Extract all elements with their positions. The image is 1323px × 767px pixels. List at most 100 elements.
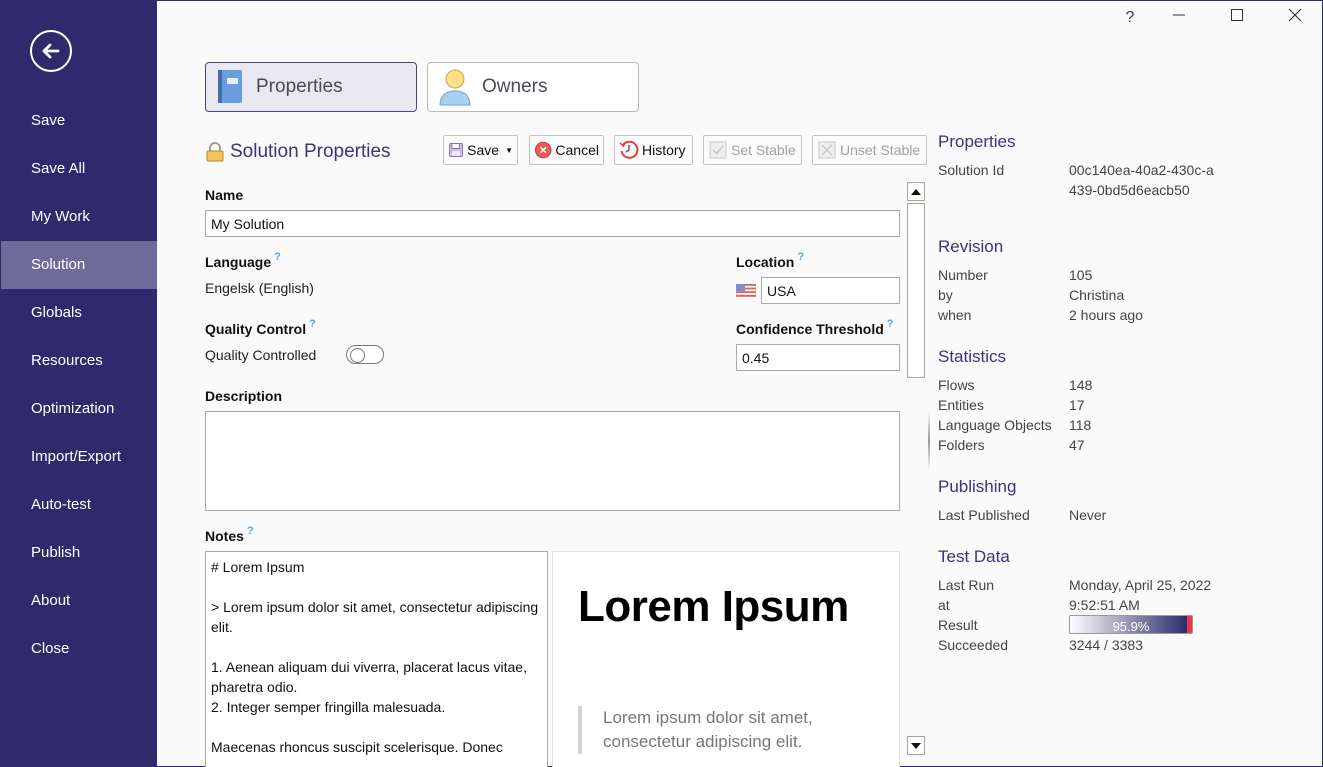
save-label: Save bbox=[467, 142, 500, 158]
location-help-icon[interactable]: ? bbox=[797, 251, 804, 263]
info-row-result: Result 95.9% bbox=[938, 615, 1318, 635]
sidebar-item-resources[interactable]: Resources bbox=[1, 337, 157, 385]
preview-heading: Lorem Ipsum bbox=[578, 582, 849, 631]
at-label: at bbox=[938, 597, 950, 613]
cancel-label: Cancel bbox=[555, 142, 599, 158]
close-window-button[interactable] bbox=[1280, 5, 1310, 29]
close-icon bbox=[1288, 8, 1302, 22]
unset-stable-button[interactable]: Unset Stable bbox=[812, 135, 927, 165]
sidebar-item-my-work[interactable]: My Work bbox=[1, 193, 157, 241]
location-input[interactable] bbox=[761, 277, 900, 304]
dropdown-arrow-icon[interactable]: ▼ bbox=[505, 146, 513, 155]
notes-line: # Lorem Ipsum bbox=[211, 559, 305, 575]
notes-line: 1. Aenean aliquam dui viverra, placerat … bbox=[211, 659, 527, 695]
triangle-up-icon bbox=[911, 188, 921, 195]
notes-help-icon[interactable]: ? bbox=[247, 525, 254, 537]
book-icon bbox=[218, 70, 242, 103]
name-input[interactable] bbox=[205, 210, 900, 237]
sidebar-item-publish[interactable]: Publish bbox=[1, 529, 157, 577]
revision-by-label: by bbox=[938, 287, 953, 303]
checkbox-x-icon bbox=[818, 141, 836, 159]
info-row-folders: Folders 47 bbox=[938, 435, 1318, 455]
tab-properties-label: Properties bbox=[256, 76, 343, 97]
cancel-button[interactable]: Cancel bbox=[529, 135, 604, 165]
language-value: Engelsk (English) bbox=[205, 280, 314, 296]
quality-control-label: Quality Control? bbox=[205, 318, 316, 337]
last-run-label: Last Run bbox=[938, 577, 995, 593]
language-help-icon[interactable]: ? bbox=[274, 251, 281, 263]
language-objects-label: Language Objects bbox=[938, 417, 1052, 433]
history-button[interactable]: History bbox=[614, 135, 693, 165]
language-objects-value: 118 bbox=[1069, 417, 1092, 433]
checkbox-checked-icon bbox=[709, 141, 727, 159]
info-row-solution-id: Solution Id 00c140ea-40a2-430c-a439-0bd5… bbox=[938, 160, 1318, 200]
quality-controlled-toggle[interactable] bbox=[346, 345, 384, 364]
info-row-when: when 2 hours ago bbox=[938, 305, 1318, 325]
tab-properties[interactable]: Properties bbox=[205, 62, 417, 112]
info-row-entities: Entities 17 bbox=[938, 395, 1318, 415]
set-stable-button[interactable]: Set Stable bbox=[703, 135, 802, 165]
maximize-button[interactable] bbox=[1222, 5, 1252, 29]
info-row-language-objects: Language Objects 118 bbox=[938, 415, 1318, 435]
sidebar-item-globals[interactable]: Globals bbox=[1, 289, 157, 337]
description-label: Description bbox=[205, 388, 283, 404]
notes-line bbox=[211, 637, 542, 657]
app-window: Save Save All My Work Solution Globals Resour… bbox=[0, 0, 1323, 767]
sidebar-item-optimization[interactable]: Optimization bbox=[1, 385, 157, 433]
scroll-up-button[interactable] bbox=[907, 182, 925, 201]
flows-label: Flows bbox=[938, 377, 975, 393]
quality-help-icon[interactable]: ? bbox=[309, 318, 316, 330]
sidebar-item-import-export[interactable]: Import/Export bbox=[1, 433, 157, 481]
tab-owners[interactable]: Owners bbox=[427, 62, 639, 112]
sidebar-item-solution[interactable]: Solution bbox=[1, 241, 157, 289]
info-row-last-run: Last Run Monday, April 25, 2022 bbox=[938, 575, 1318, 595]
sidebar-item-auto-test[interactable]: Auto-test bbox=[1, 481, 157, 529]
solution-id-label: Solution Id bbox=[938, 162, 1005, 178]
notes-line bbox=[211, 717, 542, 737]
notes-label: Notes? bbox=[205, 525, 254, 544]
revision-number-value: 105 bbox=[1069, 267, 1093, 283]
info-row-number: Number 105 bbox=[938, 265, 1318, 285]
info-statistics-title: Statistics bbox=[938, 347, 1007, 366]
unset-stable-label: Unset Stable bbox=[840, 142, 921, 158]
sidebar-item-close[interactable]: Close bbox=[1, 625, 157, 673]
info-statistics: Statistics Flows 148 Entities 17 Languag… bbox=[938, 347, 1318, 455]
notes-preview: Lorem Ipsum Lorem ipsum dolor sit amet, … bbox=[552, 551, 900, 767]
floppy-disk-icon bbox=[449, 143, 463, 157]
sidebar-item-about[interactable]: About bbox=[1, 577, 157, 625]
notes-label-text: Notes bbox=[205, 528, 244, 544]
progress-text: 95.9% bbox=[1112, 619, 1150, 634]
minimize-icon bbox=[1173, 14, 1185, 16]
info-properties-title: Properties bbox=[938, 132, 1016, 151]
info-test-data: Test Data Last Run Monday, April 25, 202… bbox=[938, 547, 1318, 655]
panel-splitter[interactable] bbox=[928, 411, 930, 471]
folders-value: 47 bbox=[1069, 437, 1085, 453]
language-label-text: Language bbox=[205, 254, 272, 270]
quality-controlled-label: Quality Controlled bbox=[205, 347, 317, 363]
tab-owners-label: Owners bbox=[482, 76, 548, 97]
notes-editor[interactable]: # Lorem Ipsum > Lorem ipsum dolor sit ame… bbox=[205, 551, 548, 767]
sidebar-item-save[interactable]: Save bbox=[1, 97, 157, 145]
scrollbar-thumb[interactable] bbox=[907, 203, 925, 378]
result-label: Result bbox=[938, 617, 978, 633]
minimize-button[interactable] bbox=[1164, 5, 1194, 29]
history-clock-icon bbox=[619, 140, 639, 159]
person-icon bbox=[439, 69, 471, 106]
description-textarea[interactable] bbox=[205, 411, 900, 511]
back-button[interactable] bbox=[30, 30, 72, 72]
save-button[interactable]: Save ▼ bbox=[443, 135, 518, 165]
location-label-text: Location bbox=[736, 254, 795, 270]
maximize-icon bbox=[1231, 9, 1243, 21]
confidence-help-icon[interactable]: ? bbox=[887, 318, 894, 330]
section-title-text: Solution Properties bbox=[230, 141, 391, 162]
entities-value: 17 bbox=[1069, 397, 1085, 413]
sidebar-item-save-all[interactable]: Save All bbox=[1, 145, 157, 193]
confidence-threshold-input[interactable] bbox=[736, 344, 900, 371]
last-run-value: Monday, April 25, 2022 bbox=[1069, 577, 1212, 593]
confidence-threshold-label-text: Confidence Threshold bbox=[736, 321, 884, 337]
help-button[interactable]: ? bbox=[1115, 9, 1145, 33]
scroll-down-button[interactable] bbox=[907, 736, 925, 755]
preview-blockquote: Lorem ipsum dolor sit amet, consectetur … bbox=[578, 706, 878, 754]
info-row-by: by Christina bbox=[938, 285, 1318, 305]
revision-when-value: 2 hours ago bbox=[1069, 307, 1143, 323]
